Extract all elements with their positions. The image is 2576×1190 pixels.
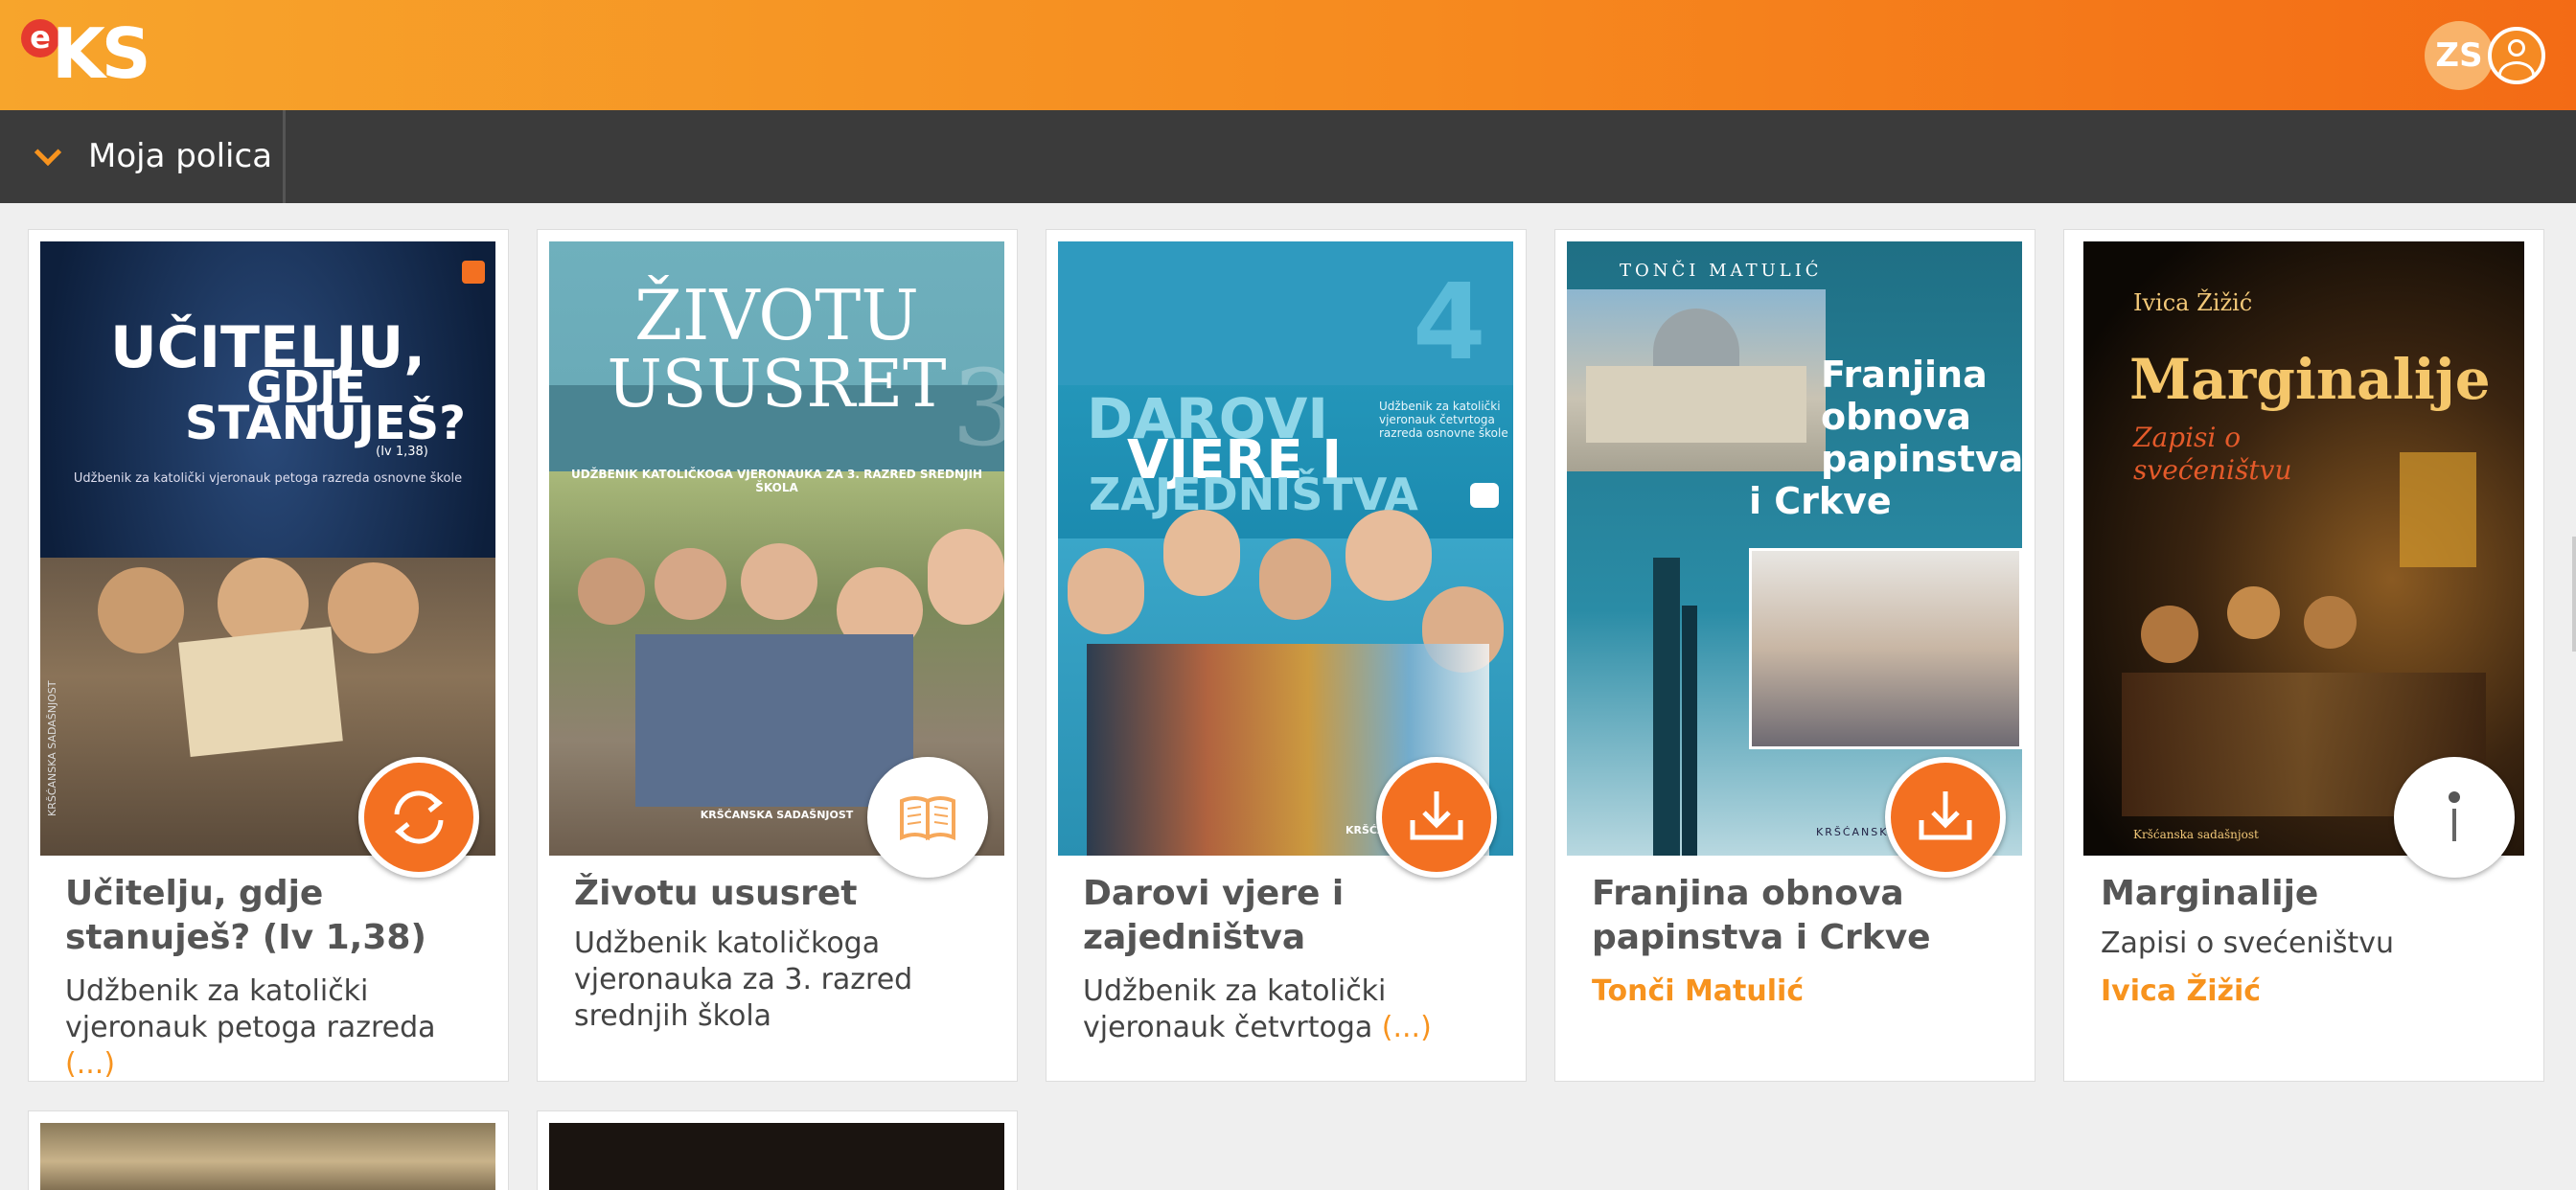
sync-button[interactable] (358, 757, 479, 878)
book-description: Udžbenik za katolički vjeronauk petoga r… (65, 974, 436, 1081)
user-menu[interactable]: ZS (2425, 21, 2547, 90)
download-button[interactable] (1376, 757, 1497, 878)
cover-number: 4 (1413, 261, 1486, 383)
cover-publisher: Kršćanska sadašnjost (2133, 828, 2259, 841)
book-description: Zapisi o svećeništvu (2101, 927, 2395, 960)
book-title[interactable]: Životu ususret (574, 872, 986, 916)
cover-title-2: obnova (1821, 396, 1971, 438)
book-cover[interactable] (40, 1123, 495, 1190)
book-card[interactable]: TONČI MATULIĆ Franjina obnova papinstva … (1554, 229, 2036, 1082)
download-icon (1919, 791, 1972, 840)
book-author[interactable]: Ivica Žižić (2101, 973, 2513, 1010)
cover-subtitle-2: svećeništvu (2133, 454, 2292, 486)
book-card[interactable] (28, 1110, 509, 1190)
cover-subtitle: Udžbenik za katolički vjeronauk četvrtog… (1379, 400, 1508, 440)
book-cover[interactable] (549, 1123, 1004, 1190)
scrollbar[interactable] (2572, 537, 2576, 652)
book-title[interactable]: Marginalije (2101, 872, 2513, 916)
shelf-bar: Moja polica (0, 110, 2576, 203)
cover-title-2: USUSRET (607, 347, 947, 423)
cover-title-3: ZAJEDNIŠTVA (1089, 469, 1418, 520)
read-button[interactable] (867, 757, 988, 878)
book-title[interactable]: Franjina obnova papinstva i Crkve (1592, 872, 2004, 960)
book-card[interactable]: ŽIVOTU USUSRET 3 UDŽBENIK KATOLIČKOGA VJ… (537, 229, 1018, 1082)
cover-author: Ivica Žižić (2133, 289, 2253, 316)
info-button[interactable] (2394, 757, 2515, 878)
book-card[interactable]: 4 DAROVI VJERE I ZAJEDNIŠTVA Udžbenik za… (1046, 229, 1527, 1082)
book-card[interactable]: UČITELJU, GDJE STANUJEŠ? (Iv 1,38) Udžbe… (28, 229, 509, 1082)
download-icon (1410, 791, 1463, 840)
book-title[interactable]: Učitelju, gdje stanuješ? (Iv 1,38) (65, 872, 477, 960)
cover-subtitle: UDŽBENIK KATOLIČKOGA VJERONAUKA ZA 3. RA… (571, 468, 982, 494)
book-card[interactable]: Ivica Žižić Marginalije Zapisi o svećeni… (2063, 229, 2544, 1082)
book-description: Udžbenik za katolički vjeronauk četvrtog… (1083, 974, 1432, 1044)
cover-subtitle-1: Zapisi o (2133, 422, 2242, 453)
cover-ref: (Iv 1,38) (376, 445, 428, 459)
cover-author: TONČI MATULIĆ (1620, 261, 1823, 281)
cover-title-4: i Crkve (1749, 480, 1892, 522)
cover-number: 3 (952, 347, 1004, 469)
book-title[interactable]: Darovi vjere i zajedništva (1083, 872, 1495, 960)
read-more-link[interactable]: (...) (1382, 1011, 1432, 1044)
chevron-down-icon (34, 138, 62, 167)
user-profile-icon[interactable] (2488, 27, 2545, 84)
book-description: Udžbenik katoličkoga vjeronauka za 3. ra… (574, 927, 913, 1033)
read-more-link[interactable]: (...) (65, 1047, 115, 1081)
eks-logo[interactable]: e KS (19, 15, 151, 94)
logo-ks: KS (52, 13, 151, 94)
my-shelf-label: Moja polica (88, 137, 273, 175)
cover-title-3: papinstva (1821, 438, 2022, 480)
my-shelf-dropdown[interactable]: Moja polica (0, 110, 286, 203)
cover-subtitle: Udžbenik za katolički vjeronauk petoga r… (73, 471, 463, 486)
cover-title-1: Marginalije (2129, 347, 2491, 412)
book-author[interactable]: Tonči Matulić (1592, 973, 2004, 1010)
cover-side-text: KRŠĆANSKA SADAŠNJOST (46, 680, 58, 816)
sync-icon (394, 790, 444, 844)
cover-title-1: ŽIVOTU (634, 275, 919, 355)
top-bar: e KS ZS (0, 0, 2576, 110)
book-card[interactable] (537, 1110, 1018, 1190)
cover-title-1: Franjina (1821, 354, 1988, 396)
book-open-icon (900, 796, 955, 841)
user-initials-avatar[interactable]: ZS (2425, 21, 2494, 90)
info-icon (2449, 791, 2460, 841)
cover-title-3: STANUJEŠ? (185, 397, 466, 450)
download-button[interactable] (1885, 757, 2006, 878)
